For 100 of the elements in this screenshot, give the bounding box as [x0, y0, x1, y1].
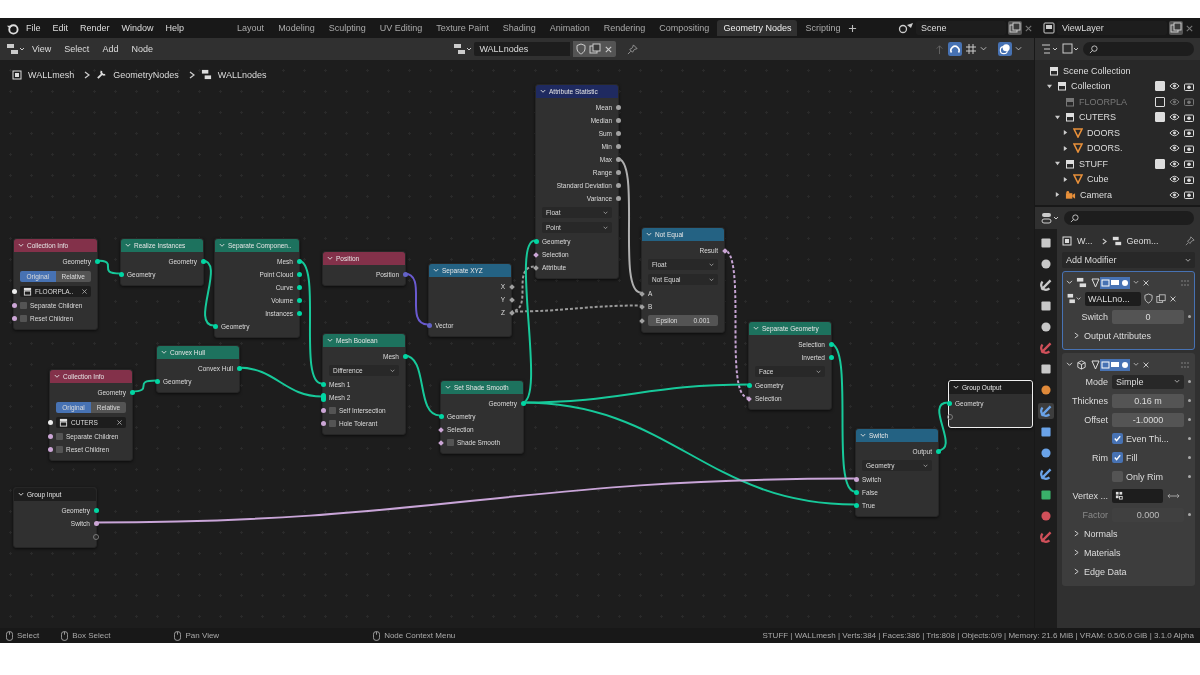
outliner-item[interactable]: CUTERS [1079, 112, 1116, 123]
node-socket[interactable] [438, 414, 444, 419]
node-socket[interactable] [296, 259, 302, 264]
drag-handle-icon[interactable] [1181, 279, 1191, 286]
checkbox[interactable] [1155, 158, 1165, 169]
node-socket[interactable] [615, 144, 621, 149]
number-field[interactable]: -1.0000 [1112, 412, 1184, 427]
number-field[interactable]: 0 [1112, 309, 1184, 324]
plus-icon[interactable] [848, 23, 858, 33]
node-socket[interactable] [437, 439, 444, 446]
node-socket[interactable] [47, 434, 53, 439]
node-socket[interactable] [532, 251, 539, 258]
close-icon[interactable] [1169, 294, 1177, 303]
swap-arrows-icon[interactable] [1167, 491, 1180, 500]
checkbox[interactable] [1155, 112, 1165, 123]
expand-arrow-icon[interactable] [1055, 192, 1060, 198]
workspace-tab[interactable]: Sculpting [322, 20, 372, 36]
menu-item[interactable]: Node [126, 42, 158, 56]
node-socket[interactable] [296, 272, 302, 277]
checkbox[interactable] [1155, 96, 1165, 107]
keyframe-dot[interactable] [1188, 475, 1191, 478]
expand-arrow-icon[interactable] [1063, 176, 1068, 182]
node-socket[interactable] [853, 503, 859, 508]
outliner-item[interactable]: DOORS. [1087, 143, 1123, 154]
menu-item[interactable]: Window [116, 21, 159, 35]
caret-icon[interactable] [980, 46, 987, 52]
workspace-tab[interactable]: Rendering [597, 20, 652, 36]
collapse-icon[interactable] [540, 89, 546, 94]
node-socket[interactable] [320, 393, 326, 402]
keyframe-dot[interactable] [1188, 380, 1191, 383]
blender-logo-icon[interactable] [6, 21, 19, 35]
workspace-tab[interactable]: Scripting [799, 20, 847, 36]
node-socket[interactable] [118, 272, 124, 277]
node-socket[interactable] [853, 490, 859, 495]
collapse-icon[interactable] [1066, 362, 1073, 367]
node-socket[interactable] [520, 401, 526, 406]
scene-field[interactable]: Scene [916, 21, 1006, 35]
view-layer-field[interactable]: ViewLayer [1057, 21, 1167, 35]
node-tree-icon[interactable] [453, 43, 472, 55]
node-socket[interactable] [508, 283, 515, 290]
node-socket[interactable] [296, 298, 302, 303]
expand-arrow-icon[interactable] [1063, 130, 1068, 136]
menu-item[interactable]: File [21, 21, 46, 35]
node-socket[interactable] [745, 395, 752, 402]
expand-arrow-icon[interactable] [1055, 114, 1060, 120]
node-tree-icon[interactable] [1066, 293, 1082, 304]
tab-icon[interactable] [1038, 361, 1054, 377]
node-socket[interactable] [946, 401, 952, 406]
shield-icon[interactable] [576, 43, 587, 55]
pin-icon[interactable] [627, 43, 639, 55]
close-icon[interactable] [81, 288, 88, 295]
node-socket[interactable] [638, 303, 645, 310]
visibility-toggles[interactable] [1090, 358, 1130, 371]
checkbox[interactable] [1112, 452, 1123, 463]
checkbox[interactable] [1155, 81, 1165, 92]
node-socket[interactable] [746, 383, 752, 388]
search-field[interactable] [1083, 42, 1194, 56]
scene-icon[interactable] [898, 22, 914, 34]
menu-item[interactable]: Edit [47, 21, 74, 35]
close-icon[interactable] [1024, 23, 1033, 33]
collapse-icon[interactable] [125, 243, 131, 248]
expand-arrow-icon[interactable] [1047, 83, 1052, 89]
node-socket[interactable] [296, 285, 302, 290]
collapse-icon[interactable] [953, 385, 959, 390]
node-socket[interactable] [154, 379, 160, 384]
tab-icon[interactable] [1038, 487, 1054, 503]
workspace-tab[interactable]: Shading [496, 20, 542, 36]
keyframe-dot[interactable] [1188, 315, 1191, 318]
node-socket[interactable] [47, 420, 53, 425]
close-icon[interactable] [116, 419, 123, 426]
node-socket[interactable] [638, 317, 645, 324]
node-socket[interactable] [320, 421, 326, 426]
camera-icon[interactable] [1184, 81, 1194, 91]
tab-icon[interactable] [1038, 277, 1054, 293]
tab-icon[interactable] [1038, 235, 1054, 251]
workspace-tab[interactable]: Animation [543, 20, 596, 36]
collapse-icon[interactable] [18, 243, 24, 248]
camera-icon[interactable] [1184, 143, 1194, 153]
tab-icon[interactable] [1038, 298, 1054, 314]
expand-arrow-icon[interactable] [1055, 161, 1060, 167]
node-socket[interactable] [296, 311, 302, 316]
caret-icon[interactable] [1133, 362, 1139, 367]
visibility-toggles[interactable] [1090, 276, 1130, 289]
filter-icon[interactable] [1062, 43, 1078, 55]
node-socket[interactable] [853, 477, 859, 482]
collapse-icon[interactable] [327, 338, 333, 343]
copy-icon[interactable] [1156, 293, 1166, 304]
close-icon[interactable] [1185, 23, 1194, 33]
checkbox[interactable] [56, 433, 63, 440]
menu-item[interactable]: Add [97, 42, 124, 56]
node-socket[interactable] [828, 355, 834, 360]
node-tree-field[interactable]: WALLno... [1085, 291, 1141, 306]
node-socket[interactable] [615, 183, 621, 188]
tab-icon[interactable] [1038, 424, 1054, 440]
workspace-tab[interactable]: Layout [231, 20, 271, 36]
snap-icon[interactable] [948, 42, 962, 56]
node-socket[interactable] [638, 290, 645, 297]
close-icon[interactable] [604, 44, 614, 54]
collapse-icon[interactable] [433, 268, 439, 273]
menu-item[interactable]: Select [59, 42, 95, 56]
